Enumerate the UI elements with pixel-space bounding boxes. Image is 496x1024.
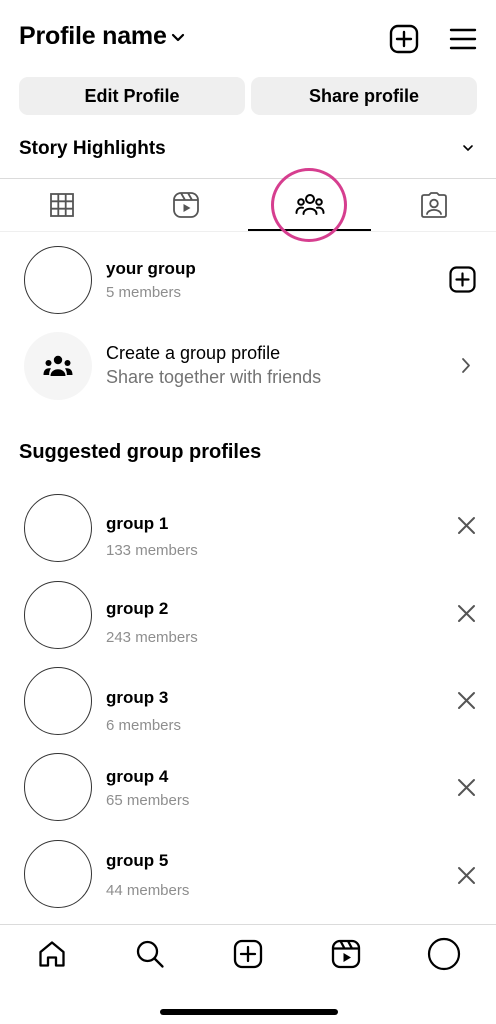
dismiss-icon[interactable] [457, 691, 476, 710]
tabs-divider [0, 231, 496, 232]
group-avatar[interactable] [24, 494, 92, 562]
story-highlights-label[interactable]: Story Highlights [19, 138, 166, 160]
add-post-icon[interactable] [389, 24, 419, 54]
tab-reels[interactable] [124, 180, 248, 230]
group-avatar[interactable] [24, 840, 92, 908]
nav-create[interactable] [231, 937, 265, 971]
chevron-down-icon [171, 33, 184, 42]
group-name[interactable]: group 3 [106, 688, 168, 708]
nav-search[interactable] [133, 937, 167, 971]
chevron-right-icon[interactable] [461, 357, 471, 374]
create-icon [233, 939, 263, 969]
nav-home[interactable] [35, 937, 69, 971]
add-to-group-icon[interactable] [449, 266, 476, 293]
tab-groups[interactable] [248, 180, 372, 230]
group-name[interactable]: group 2 [106, 599, 168, 619]
dismiss-icon[interactable] [457, 516, 476, 535]
tagged-icon [421, 192, 447, 218]
group-members: 65 members [106, 792, 190, 809]
reels-icon [173, 192, 199, 218]
group-members: 44 members [106, 882, 190, 899]
group-avatar[interactable] [24, 753, 92, 821]
group-members: 243 members [106, 629, 198, 646]
group-avatar[interactable] [24, 581, 92, 649]
share-profile-button[interactable]: Share profile [251, 77, 477, 115]
edit-profile-button[interactable]: Edit Profile [19, 77, 245, 115]
group-name[interactable]: group 1 [106, 514, 168, 534]
nav-profile[interactable] [427, 937, 461, 971]
search-icon [136, 940, 164, 968]
tabs-divider [0, 178, 496, 179]
reels-icon [331, 939, 361, 969]
your-group-members: 5 members [106, 284, 182, 301]
tab-tagged[interactable] [372, 180, 496, 230]
profile-header: Profile name [0, 0, 496, 76]
group-members: 133 members [106, 542, 198, 559]
grid-icon [50, 193, 74, 217]
group-name[interactable]: group 4 [106, 767, 168, 787]
dismiss-icon[interactable] [457, 604, 476, 623]
bottom-nav-divider [0, 924, 496, 925]
groups-icon [295, 194, 325, 215]
dismiss-icon[interactable] [457, 778, 476, 797]
profile-avatar-icon [427, 937, 461, 971]
home-icon [39, 941, 65, 967]
group-avatar[interactable] [24, 667, 92, 735]
tab-grid[interactable] [0, 180, 124, 230]
create-group-title[interactable]: Create a group profile [106, 343, 280, 364]
nav-reels[interactable] [329, 937, 363, 971]
home-indicator[interactable] [160, 1009, 338, 1015]
suggested-section-title: Suggested group profiles [19, 441, 262, 463]
create-group-avatar[interactable] [24, 332, 92, 400]
your-group-name[interactable]: your group [106, 259, 196, 279]
profile-name-switcher[interactable]: Profile name [19, 22, 185, 51]
profile-name: Profile name [19, 22, 167, 50]
create-group-subtitle: Share together with friends [106, 367, 322, 387]
menu-icon[interactable] [448, 24, 478, 54]
dismiss-icon[interactable] [457, 866, 476, 885]
group-members: 6 members [106, 717, 182, 734]
your-group-avatar[interactable] [24, 246, 92, 314]
people-icon [43, 355, 73, 376]
group-name[interactable]: group 5 [106, 851, 168, 871]
chevron-down-icon[interactable] [462, 144, 474, 152]
